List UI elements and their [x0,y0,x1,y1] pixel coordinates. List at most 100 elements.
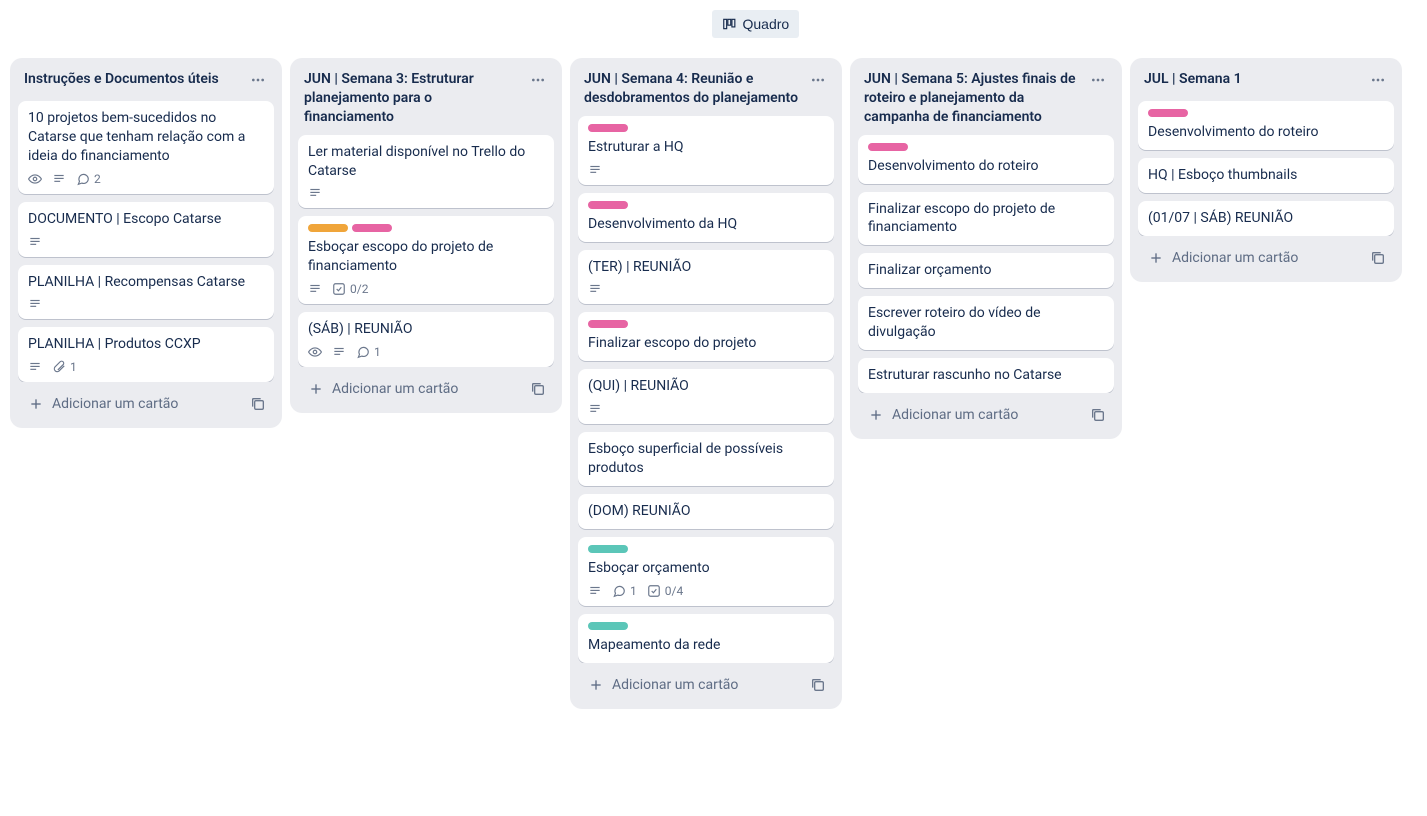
create-from-template-button[interactable] [246,392,270,416]
attachments-badge-icon [52,360,66,374]
description-badge-icon [588,282,602,296]
board-canvas[interactable]: Instruções e Documentos úteis 10 projetos… [0,48,1427,729]
visibility-button[interactable]: Particular [605,10,704,38]
list-menu-button[interactable] [246,70,270,93]
description-badge-icon [308,282,322,296]
add-card-button[interactable]: Adicionar um cartão [582,671,800,699]
star-button[interactable] [548,10,584,38]
attachments-badge-count: 1 [70,360,77,374]
card[interactable]: Desenvolvimento do roteiro [858,135,1114,184]
label-pink[interactable] [352,224,392,232]
card-title: Desenvolvimento da HQ [588,215,824,234]
card-labels [588,124,824,132]
create-from-template-button[interactable] [1086,403,1110,427]
watch-badge [308,345,322,359]
card-badges: 1 [308,345,544,359]
card[interactable]: Esboçar escopo do projeto de financiamen… [298,216,554,304]
card[interactable]: Estruturar rascunho no Catarse [858,358,1114,393]
add-card-label: Adicionar um cartão [1172,250,1298,266]
card-title: (01/07 | SÁB) REUNIÃO [1148,209,1384,228]
list-menu-button[interactable] [1086,70,1110,93]
label-pink[interactable] [588,201,628,209]
card[interactable]: Esboçar orçamento10/4 [578,537,834,606]
comments-badge-count: 1 [630,584,637,598]
add-card-button[interactable]: Adicionar um cartão [1142,244,1360,272]
create-from-template-button[interactable] [526,377,550,401]
dots-icon [1370,72,1386,88]
card[interactable]: PLANILHA | Produtos CCXP1 [18,327,274,382]
card-labels [1148,109,1384,117]
list-title[interactable]: JUN | Semana 5: Ajustes finais de roteir… [864,70,1080,127]
comments-badge: 1 [356,345,381,359]
card[interactable]: (TER) | REUNIÃO [578,250,834,305]
list-title[interactable]: JUN | Semana 3: Estruturar planejamento … [304,70,520,127]
list-menu-button[interactable] [1366,70,1390,93]
label-pink[interactable] [1148,109,1188,117]
card[interactable]: Ler material disponível no Trello do Cat… [298,135,554,209]
cards-container: Estruturar a HQ Desenvolvimento da HQ (TER… [578,116,834,663]
description-badge-icon [588,402,602,416]
automation-button[interactable]: Automação [1223,10,1334,38]
card-title: Finalizar escopo do projeto [588,334,824,353]
card[interactable]: Esboço superficial de possíveis produtos [578,432,834,486]
description-badge [52,172,66,186]
plus-icon [1148,250,1164,266]
filter-icon [1352,17,1366,31]
powerups-button[interactable]: Power-Ups [1106,10,1215,38]
list-title[interactable]: JUN | Semana 4: Reunião e desdobramentos… [584,70,800,108]
card[interactable]: (QUI) | REUNIÃO [578,369,834,424]
label-teal[interactable] [588,622,628,630]
card[interactable]: (01/07 | SÁB) REUNIÃO [1138,201,1394,236]
card[interactable]: Finalizar escopo do projeto [578,312,834,361]
watch-badge [28,172,42,186]
list-title[interactable]: JUL | Semana 1 [1144,70,1360,89]
card[interactable]: 10 projetos bem-sucedidos no Catarse que… [18,101,274,194]
comments-badge-count: 1 [374,345,381,359]
add-card-button[interactable]: Adicionar um cartão [862,401,1080,429]
list-header: JUL | Semana 1 [1138,66,1394,101]
card[interactable]: PLANILHA | Recompensas Catarse [18,265,274,320]
filter-button[interactable]: Filtro [1342,10,1413,38]
card[interactable]: Desenvolvimento do roteiro [1138,101,1394,150]
list-title[interactable]: Instruções e Documentos úteis [24,70,240,89]
card[interactable]: Finalizar orçamento [858,253,1114,288]
label-teal[interactable] [588,545,628,553]
add-card-button[interactable]: Adicionar um cartão [302,375,520,403]
card[interactable]: Escrever roteiro do vídeo de divulgação [858,296,1114,350]
cards-container: Desenvolvimento do roteiro HQ | Esboço th… [1138,101,1394,236]
create-from-template-button[interactable] [806,673,830,697]
create-from-template-button[interactable] [1366,246,1390,270]
list-menu-button[interactable] [526,70,550,93]
view-dropdown-button[interactable] [807,11,841,37]
label-pink[interactable] [588,320,628,328]
checklist-badge: 0/4 [647,584,683,598]
label-pink[interactable] [588,124,628,132]
card[interactable]: Finalizar escopo do projeto de financiam… [858,192,1114,246]
card-badges [28,235,264,249]
view-label: Quadro [742,16,789,32]
add-card-button[interactable]: Adicionar um cartão [22,390,240,418]
card-title: Ler material disponível no Trello do Cat… [308,143,544,181]
checklist-badge-count: 0/2 [350,282,368,296]
description-badge [308,282,322,296]
label-orange[interactable] [308,224,348,232]
card[interactable]: Estruturar a HQ [578,116,834,185]
card[interactable]: HQ | Esboço thumbnails [1138,158,1394,193]
card[interactable]: Mapeamento da rede [578,614,834,663]
card[interactable]: DOCUMENTO | Escopo Catarse [18,202,274,257]
lock-icon [615,17,629,31]
plus-icon [308,381,324,397]
card-title: (QUI) | REUNIÃO [588,377,824,396]
list-menu-button[interactable] [806,70,830,93]
board-icon [722,17,736,31]
view-switch-button[interactable]: Quadro [712,10,799,38]
watch-badge-icon [28,172,42,186]
google-drive-button[interactable]: Google Drive [976,10,1098,38]
label-pink[interactable] [868,143,908,151]
card[interactable]: (DOM) REUNIÃO [578,494,834,529]
board-title[interactable]: PLANEJAMENTO GERAL - CCXP (FINANCIAMENTO… [14,14,540,35]
card[interactable]: (SÁB) | REUNIÃO1 [298,312,554,367]
comments-badge: 2 [76,172,101,186]
card[interactable]: Desenvolvimento da HQ [578,193,834,242]
list: JUN | Semana 5: Ajustes finais de roteir… [850,58,1122,439]
